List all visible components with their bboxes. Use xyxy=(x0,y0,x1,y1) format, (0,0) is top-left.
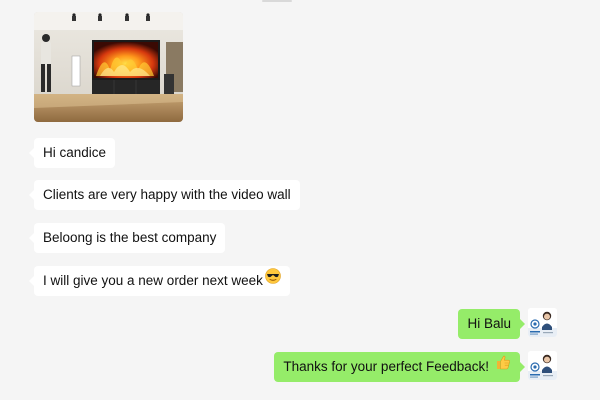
message-text: Hi Balu xyxy=(467,316,511,331)
thumbs-up-emoji-icon xyxy=(495,351,511,381)
chat-window: Hi candice Clients are very happy with t… xyxy=(0,0,600,400)
message-text: Hi candice xyxy=(43,145,107,160)
message-text: Beloong is the best company xyxy=(43,230,217,245)
user-avatar[interactable] xyxy=(528,308,557,337)
incoming-message[interactable]: I will give you a new order next week xyxy=(29,265,290,296)
incoming-message[interactable]: Hi candice xyxy=(28,138,116,168)
sunglasses-emoji-icon xyxy=(265,265,281,295)
outgoing-message[interactable]: Hi Balu xyxy=(458,309,525,339)
avatar-icon xyxy=(528,308,557,337)
video-wall-photo xyxy=(34,12,183,122)
incoming-image-message[interactable] xyxy=(34,12,183,122)
outgoing-message[interactable]: Thanks for your perfect Feedback! xyxy=(274,351,525,382)
message-divider xyxy=(262,0,292,2)
avatar-icon xyxy=(528,351,557,380)
incoming-message[interactable]: Beloong is the best company xyxy=(28,223,226,253)
message-text: Thanks for your perfect Feedback! xyxy=(283,359,489,374)
message-text: Clients are very happy with the video wa… xyxy=(43,187,291,202)
incoming-message[interactable]: Clients are very happy with the video wa… xyxy=(29,180,300,210)
message-text: I will give you a new order next week xyxy=(43,273,263,288)
user-avatar[interactable] xyxy=(528,351,557,380)
